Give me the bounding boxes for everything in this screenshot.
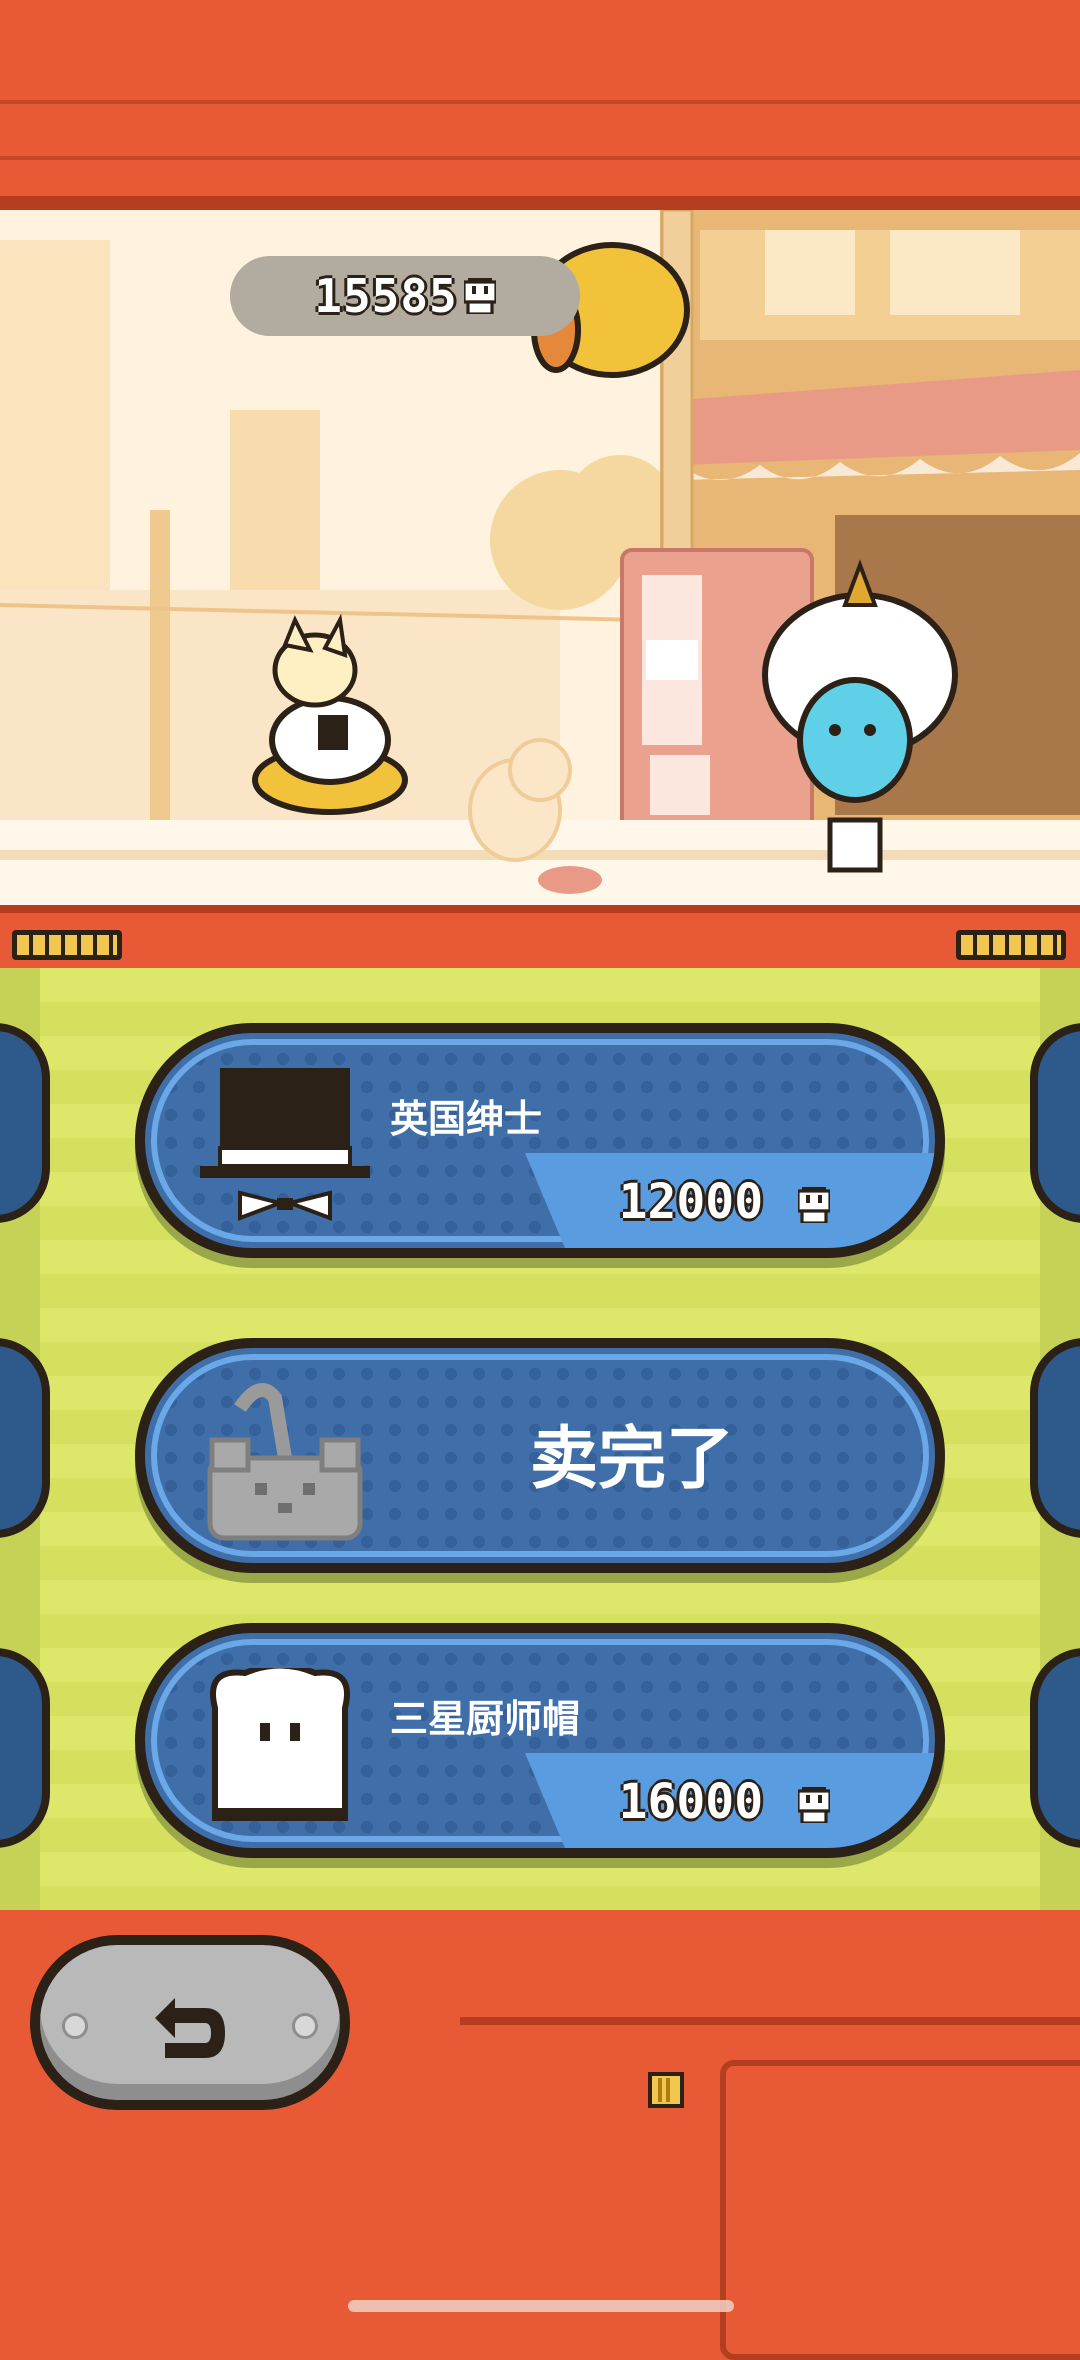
top-frame <box>0 0 1080 210</box>
side-pill-left <box>0 1023 50 1223</box>
chain-ornament-left <box>12 930 122 960</box>
sold-out-label: 卖完了 <box>530 1420 735 1499</box>
shop-item-chef-hat[interactable]: 三星厨师帽 16000 <box>135 1623 945 1858</box>
side-pill-right <box>1030 1023 1080 1223</box>
chef-hat-icon <box>210 1668 350 1821</box>
top-hat-icon <box>200 1068 370 1221</box>
side-pill-left <box>0 1338 50 1538</box>
back-button[interactable] <box>30 1935 350 2110</box>
item-name: 三星厨师帽 <box>390 1697 581 1741</box>
back-arrow-icon <box>155 1997 225 2058</box>
item-name: 英国绅士 <box>390 1097 543 1141</box>
shop-item-sold-out[interactable]: 卖完了 <box>135 1338 945 1573</box>
skull-coin-icon <box>463 278 496 314</box>
side-pill-right <box>1030 1338 1080 1538</box>
page-indicator-icon <box>648 2072 684 2108</box>
chain-ornament-right <box>956 930 1066 960</box>
coin-counter: 15585 <box>230 256 580 336</box>
side-pill-right <box>1030 1648 1080 1848</box>
cat-hat-icon <box>207 1383 363 1541</box>
shop-item-gentleman[interactable]: 英国绅士 12000 <box>135 1023 945 1258</box>
shop-panel: 英国绅士 12000 卖完了 三星厨师帽 16000 <box>0 968 1080 1910</box>
home-indicator <box>348 2300 734 2312</box>
skull-coin-icon <box>798 1187 830 1223</box>
coin-amount: 15585 <box>314 269 458 323</box>
item-price: 16000 <box>619 1774 830 1830</box>
skull-coin-icon <box>798 1787 830 1823</box>
side-pill-left <box>0 1648 50 1848</box>
item-price: 12000 <box>619 1174 830 1230</box>
